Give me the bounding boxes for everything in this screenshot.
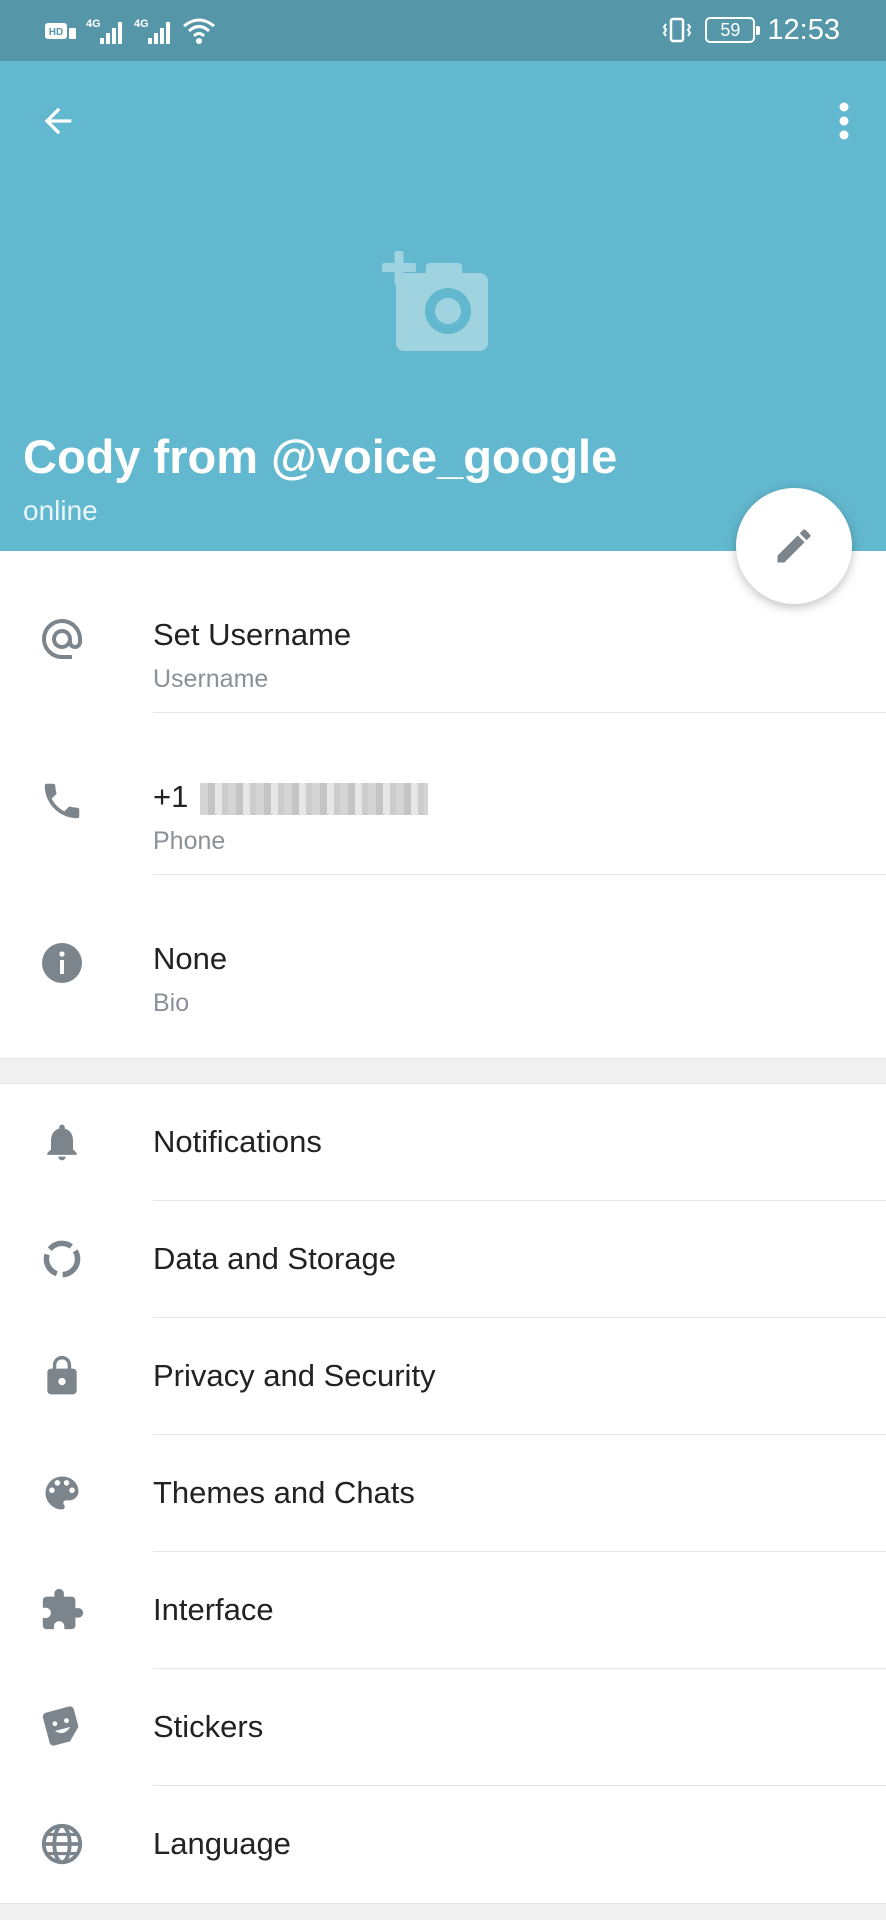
bio-row[interactable]: None Bio: [0, 875, 886, 1037]
settings-item-label: Interface: [153, 1592, 274, 1627]
settings-item-label: Privacy and Security: [153, 1358, 436, 1393]
svg-text:HD: HD: [49, 27, 63, 38]
wifi-icon: [183, 18, 215, 44]
settings-item-interface[interactable]: Interface: [0, 1552, 886, 1669]
add-photo-icon: [382, 251, 488, 351]
settings-item-privacy[interactable]: Privacy and Security: [0, 1318, 886, 1435]
back-arrow-icon: [44, 107, 72, 135]
profile-header: Cody from @voice_google online: [0, 61, 886, 551]
settings-item-label: Language: [153, 1826, 291, 1861]
more-vert-icon: [839, 102, 849, 140]
phone-icon: [36, 775, 88, 827]
phone-label: Phone: [153, 827, 226, 855]
vibrate-icon: [663, 17, 692, 43]
profile-name: Cody from @voice_google: [23, 430, 618, 483]
settings-item-label: Notifications: [153, 1124, 322, 1159]
bio-label: Bio: [153, 989, 190, 1017]
status-bar-time: 12:53: [767, 13, 840, 46]
bio-value: None: [153, 941, 228, 976]
settings-item-data-storage[interactable]: Data and Storage: [0, 1201, 886, 1318]
settings-item-notifications[interactable]: Notifications: [0, 1084, 886, 1201]
sticker-icon: [36, 1701, 88, 1753]
status-bar: HD 4G 4G 59 12:53: [0, 0, 886, 61]
data-storage-icon: [36, 1233, 88, 1285]
at-sign-icon: [36, 613, 88, 665]
more-options-button[interactable]: [812, 89, 876, 153]
section-separator: [0, 1058, 886, 1084]
bell-icon: [36, 1116, 88, 1168]
settings-section: Notifications Data and Storage Privacy a…: [0, 1084, 886, 1903]
section-separator-bottom: [0, 1903, 886, 1920]
battery-indicator: 59: [705, 17, 761, 43]
phone-value: +1: [153, 779, 429, 815]
puzzle-icon: [36, 1584, 88, 1636]
username-row[interactable]: Set Username Username: [0, 551, 886, 713]
username-label: Username: [153, 665, 269, 693]
status-bar-left: HD 4G 4G: [44, 14, 216, 48]
settings-item-themes[interactable]: Themes and Chats: [0, 1435, 886, 1552]
phone-country-code: +1: [153, 779, 189, 814]
svg-text:4G: 4G: [86, 18, 101, 30]
settings-item-language[interactable]: Language: [0, 1786, 886, 1903]
settings-item-label: Stickers: [153, 1709, 264, 1744]
settings-item-label: Data and Storage: [153, 1241, 397, 1276]
palette-icon: [36, 1467, 88, 1519]
settings-item-label: Themes and Chats: [153, 1475, 415, 1510]
redacted-phone-number: [200, 782, 429, 815]
svg-text:4G: 4G: [134, 18, 149, 30]
profile-status: online: [23, 495, 98, 526]
status-bar-right: 59 12:53: [661, 12, 840, 48]
lock-icon: [36, 1350, 88, 1402]
settings-item-stickers[interactable]: Stickers: [0, 1669, 886, 1786]
globe-icon: [36, 1818, 88, 1870]
phone-row[interactable]: +1 Phone: [0, 713, 886, 875]
hd-icon: HD: [45, 23, 76, 39]
back-button[interactable]: [22, 89, 94, 153]
set-profile-photo-button[interactable]: [382, 251, 500, 353]
signal-4g-icon-2: 4G: [134, 18, 170, 44]
username-value: Set Username: [153, 617, 352, 652]
account-info-section: Set Username Username +1 Phone None Bio: [0, 551, 886, 1037]
signal-4g-icon: 4G: [86, 18, 122, 44]
info-icon: [36, 937, 88, 989]
